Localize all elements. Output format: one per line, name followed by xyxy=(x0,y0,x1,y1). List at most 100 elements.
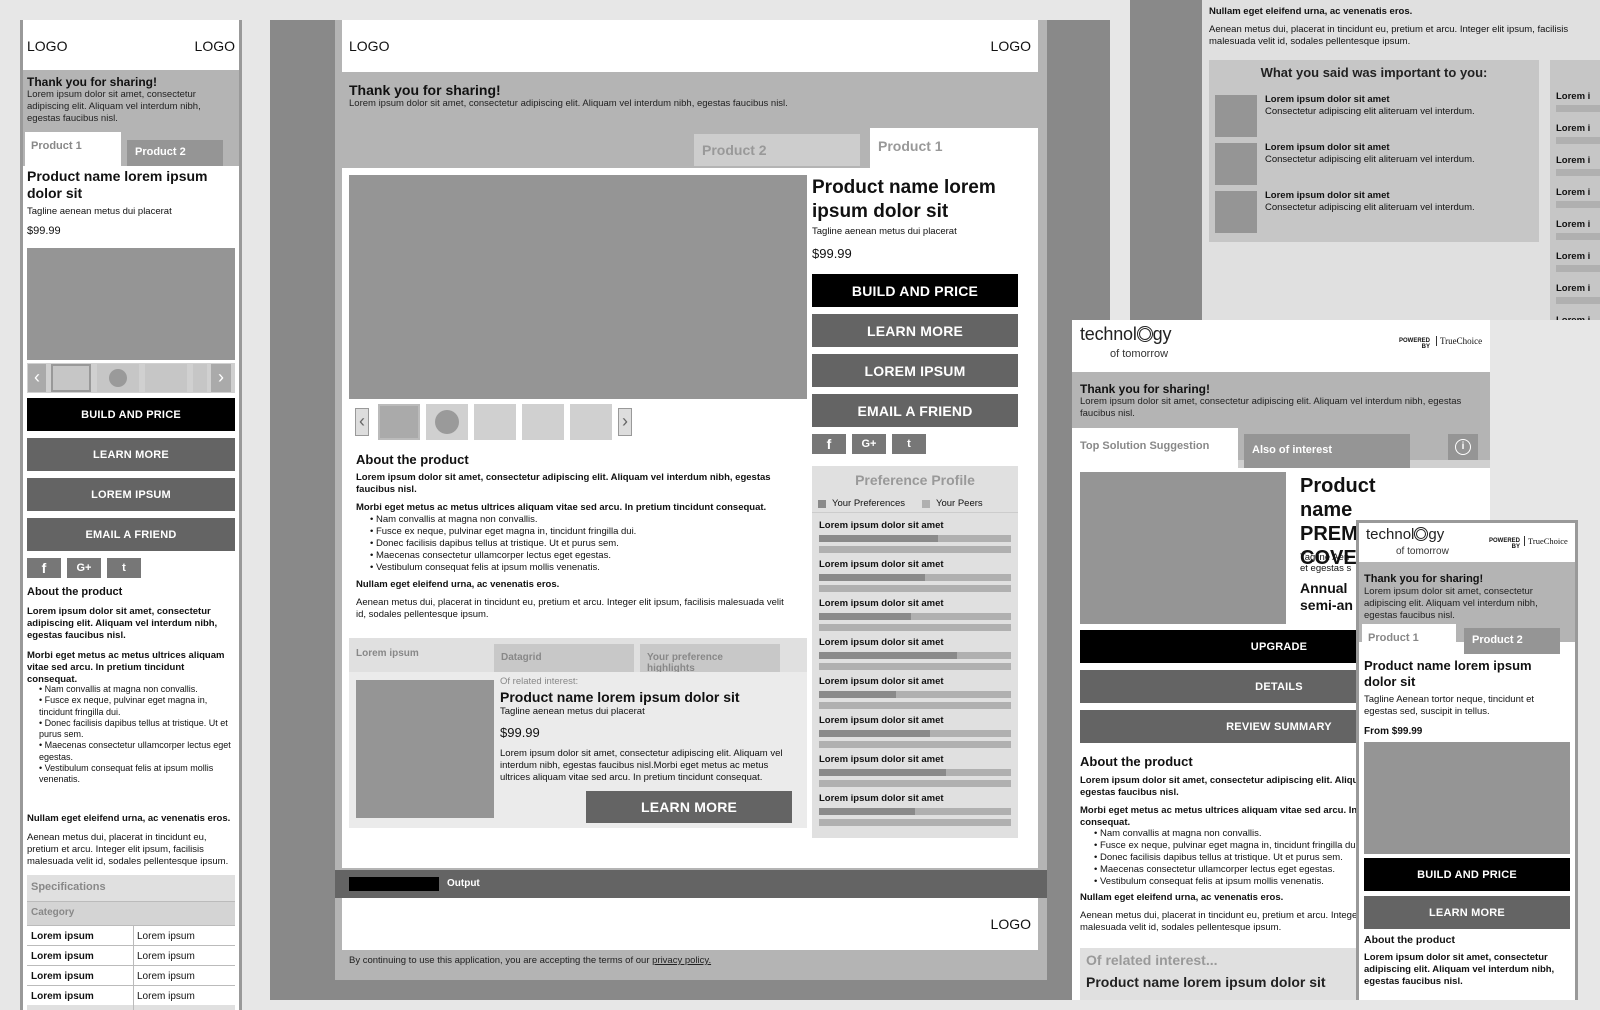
important-item-body: Consectetur adipiscing elit aliteruam ve… xyxy=(1265,106,1475,117)
list-item: Lorem i xyxy=(1556,251,1591,262)
product-image xyxy=(349,175,807,399)
subtab-lorem-ipsum[interactable]: Lorem ipsum xyxy=(349,638,487,672)
important-item-title: Lorem ipsum dolor sit amet xyxy=(1265,94,1390,105)
product-name: Product name lorem ipsum dolor sit xyxy=(27,168,208,201)
tab-also-of-interest[interactable]: Also of interest xyxy=(1244,434,1410,468)
subtab-preference-highlights[interactable]: Your preference highlights xyxy=(640,644,780,674)
list-item: Nam convallis at magna non convallis. xyxy=(39,684,235,695)
output-bar: Output xyxy=(335,870,1047,898)
list-item: Donec facilisis dapibus tellus at tristi… xyxy=(39,718,235,741)
learn-more-button[interactable]: LEARN MORE xyxy=(1364,896,1570,929)
privacy-policy-link[interactable]: privacy policy. xyxy=(652,955,711,966)
brand-logo[interactable]: technol gy xyxy=(1080,324,1171,345)
important-item-body: Consectetur adipiscing elit aliteruam ve… xyxy=(1265,154,1475,165)
subtab-datagrid[interactable]: Datagrid xyxy=(494,644,634,672)
email-friend-button[interactable]: EMAIL A FRIEND xyxy=(812,394,1018,427)
logo-left[interactable]: LOGO xyxy=(349,38,389,54)
twitter-icon[interactable]: t xyxy=(892,434,926,454)
thumbnail[interactable] xyxy=(570,404,612,440)
output-field[interactable] xyxy=(349,877,439,891)
thumbnail[interactable] xyxy=(522,404,564,440)
tab-product-2[interactable]: Product 2 xyxy=(127,140,223,166)
tab-product-1[interactable]: Product 1 xyxy=(1362,624,1456,656)
learn-more-button[interactable]: LEARN MORE xyxy=(812,314,1018,347)
preference-bar xyxy=(819,691,896,698)
preference-item: Lorem ipsum dolor sit amet xyxy=(819,676,944,687)
peer-bar-track xyxy=(819,624,1011,631)
list-item: Lorem i xyxy=(1556,155,1591,166)
table-row: Lorem ipsum Lorem ipsum xyxy=(27,925,235,945)
swirl-icon xyxy=(1414,527,1429,541)
related-body: Lorem ipsum dolor sit amet, consectetur … xyxy=(500,748,783,783)
learn-more-button[interactable]: LEARN MORE xyxy=(27,438,235,471)
info-icon[interactable]: i xyxy=(1448,434,1478,460)
play-icon[interactable] xyxy=(97,364,139,392)
about-p3: Nullam eget eleifend urna, ac venenatis … xyxy=(27,813,231,824)
truechoice-logo[interactable]: TrueChoice xyxy=(1524,536,1568,546)
logo-left[interactable]: LOGO xyxy=(27,38,67,54)
play-icon[interactable] xyxy=(426,404,468,440)
related-learn-more-button[interactable]: LEARN MORE xyxy=(586,791,792,823)
mobile-mockup-left: LOGO LOGO Thank you for sharing! Lorem i… xyxy=(20,20,242,1010)
thanks-body: Lorem ipsum dolor sit amet, consectetur … xyxy=(349,98,788,109)
thumbnail[interactable] xyxy=(378,404,420,440)
related-tagline: Tagline aenean metus dui placerat xyxy=(500,706,645,717)
logo-footer[interactable]: LOGO xyxy=(991,916,1031,932)
truechoice-logo[interactable]: TrueChoice xyxy=(1436,336,1482,346)
about-p1: Lorem ipsum dolor sit amet, consectetur … xyxy=(356,472,771,495)
thumbnail[interactable] xyxy=(145,364,187,392)
feature-list: Nam convallis at magna non convallis. Fu… xyxy=(370,514,790,573)
build-and-price-button[interactable]: BUILD AND PRICE xyxy=(1364,858,1570,891)
specifications-title: Specifications xyxy=(31,881,106,893)
list-item: Fusce ex neque, pulvinar eget magna in, … xyxy=(39,695,235,718)
preference-item: Lorem ipsum dolor sit amet xyxy=(819,715,944,726)
chevron-right-icon[interactable]: › xyxy=(618,408,632,436)
email-friend-button[interactable]: EMAIL A FRIEND xyxy=(27,518,235,551)
lorem-ipsum-button[interactable]: LOREM IPSUM xyxy=(812,354,1018,387)
chevron-left-icon[interactable]: ‹ xyxy=(28,364,46,392)
product-price: $99.99 xyxy=(27,225,61,237)
thumbnail[interactable] xyxy=(474,404,516,440)
tab-top-solution[interactable]: Top Solution Suggestion xyxy=(1072,428,1238,470)
about-heading: About the product xyxy=(1364,934,1455,946)
build-and-price-button[interactable]: BUILD AND PRICE xyxy=(27,398,235,431)
tab-product-1[interactable]: Product 1 xyxy=(25,132,121,168)
chevron-left-icon[interactable]: ‹ xyxy=(355,408,369,436)
tab-product-2[interactable]: Product 2 xyxy=(694,134,860,166)
thanks-title: Thank you for sharing! xyxy=(1364,573,1484,585)
product-image xyxy=(27,248,235,360)
specifications-table: Specifications Category Lorem ipsum Lorem… xyxy=(27,875,235,1010)
important-title: What you said was important to you: xyxy=(1260,65,1488,80)
google-plus-icon[interactable]: G+ xyxy=(852,434,886,454)
thumbnail[interactable] xyxy=(193,364,207,392)
list-item-image xyxy=(1215,143,1257,185)
output-label: Output xyxy=(447,878,480,889)
build-and-price-button[interactable]: BUILD AND PRICE xyxy=(812,274,1018,307)
tab-product-2[interactable]: Product 2 xyxy=(1464,628,1560,654)
preference-bar xyxy=(819,613,911,620)
related-price: $99.99 xyxy=(500,725,540,740)
summary-line-2: Aenean metus dui, placerat in tincidunt … xyxy=(1209,24,1569,47)
product-image xyxy=(1364,742,1570,854)
twitter-icon[interactable]: t xyxy=(107,558,141,578)
thumbnail[interactable] xyxy=(51,364,91,392)
tab-product-1[interactable]: Product 1 xyxy=(870,128,1038,168)
peer-bar-track xyxy=(819,702,1011,709)
preference-item: Lorem ipsum dolor sit amet xyxy=(819,754,944,765)
logo-right[interactable]: LOGO xyxy=(991,38,1031,54)
product-price: $99.99 xyxy=(812,246,852,261)
peer-bar-track xyxy=(819,663,1011,670)
about-heading: About the product xyxy=(27,586,123,598)
brand-logo[interactable]: technol gy xyxy=(1366,526,1444,543)
logo-right[interactable]: LOGO xyxy=(195,38,235,54)
brand-header: technol gy of tomorrow POWERED BY TrueCho… xyxy=(1072,320,1490,372)
related-image xyxy=(356,680,494,818)
google-plus-icon[interactable]: G+ xyxy=(67,558,101,578)
facebook-icon[interactable]: f xyxy=(812,434,846,454)
lorem-ipsum-button[interactable]: LOREM IPSUM xyxy=(27,478,235,511)
related-name: Product name lorem ipsum dolor sit xyxy=(500,689,740,705)
preference-bar xyxy=(819,769,946,776)
chevron-right-icon[interactable]: › xyxy=(211,364,231,392)
preference-bar xyxy=(819,535,938,542)
facebook-icon[interactable]: f xyxy=(27,558,61,578)
